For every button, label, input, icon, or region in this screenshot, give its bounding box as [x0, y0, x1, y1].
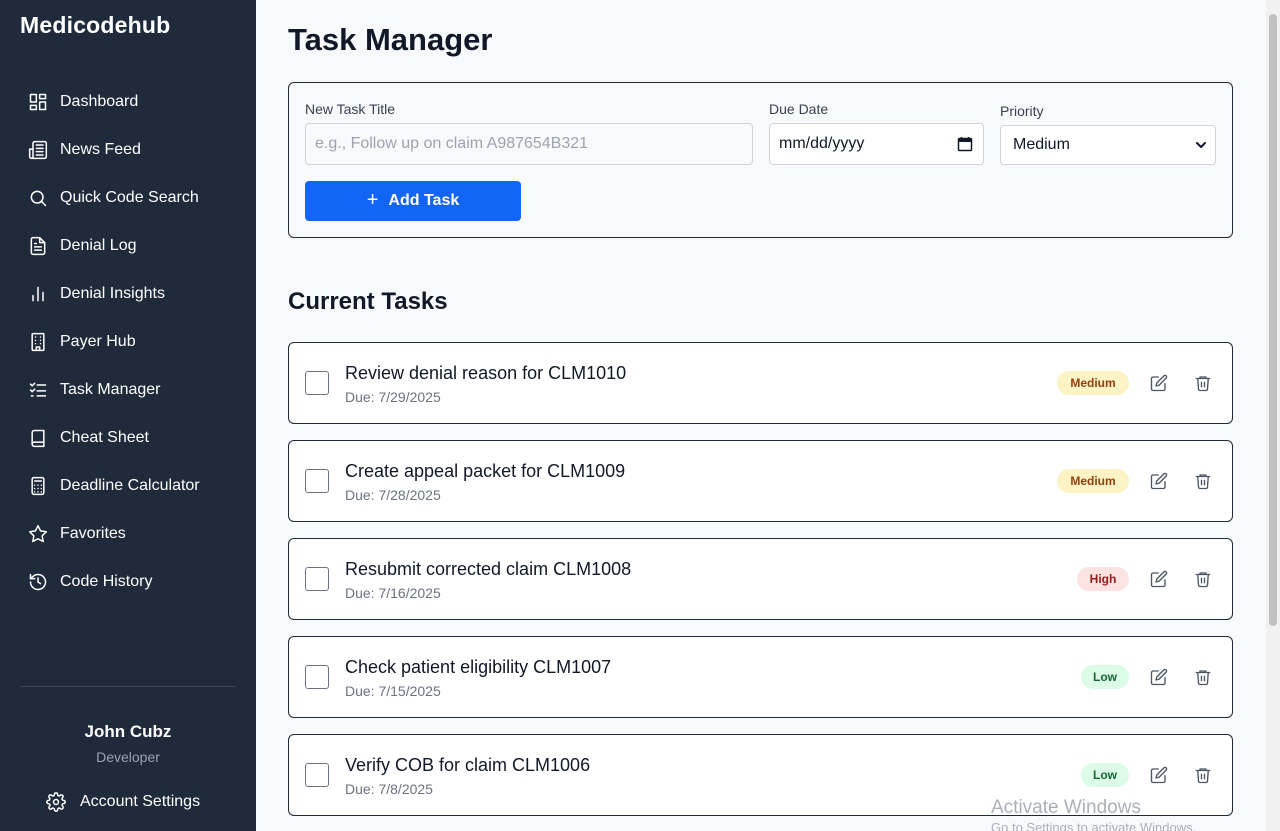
task-card: Create appeal packet for CLM1009 Due: 7/… — [288, 440, 1233, 522]
brand-logo[interactable]: Medicodehub — [20, 12, 170, 39]
task-checkbox[interactable] — [305, 371, 329, 395]
task-due-date: Due: 7/29/2025 — [345, 389, 441, 405]
priority-badge: Low — [1081, 763, 1129, 787]
page-scrollbar[interactable] — [1266, 0, 1280, 831]
sidebar: Medicodehub Dashboard News Feed Quick Co… — [0, 0, 256, 831]
edit-icon[interactable] — [1150, 374, 1168, 392]
edit-icon[interactable] — [1150, 766, 1168, 784]
sidebar-item-denial-insights[interactable]: Denial Insights — [20, 270, 236, 318]
trash-icon[interactable] — [1194, 374, 1212, 392]
sidebar-item-label: News Feed — [60, 141, 141, 158]
sidebar-item-label: Denial Insights — [60, 285, 165, 302]
newspaper-icon — [28, 140, 48, 160]
add-task-label: Add Task — [388, 192, 460, 209]
user-name: John Cubz — [84, 722, 172, 741]
building-icon — [28, 332, 48, 352]
page-title: Task Manager — [288, 22, 493, 57]
checklist-icon — [28, 380, 48, 400]
task-title: Create appeal packet for CLM1009 — [345, 461, 626, 481]
search-icon — [28, 188, 48, 208]
edit-icon[interactable] — [1150, 570, 1168, 588]
account-settings-button[interactable]: Account Settings — [46, 792, 200, 812]
dashboard-icon — [28, 92, 48, 112]
bar-chart-icon — [28, 284, 48, 304]
due-date-input[interactable]: mm/dd/yyyy — [769, 123, 984, 165]
task-title-input[interactable] — [305, 123, 753, 165]
task-card: Review denial reason for CLM1010 Due: 7/… — [288, 342, 1233, 424]
sidebar-item-news-feed[interactable]: News Feed — [20, 126, 236, 174]
task-card: Resubmit corrected claim CLM1008 Due: 7/… — [288, 538, 1233, 620]
priority-badge: High — [1077, 567, 1129, 591]
current-tasks-heading: Current Tasks — [288, 288, 448, 315]
edit-icon[interactable] — [1150, 472, 1168, 490]
task-due-date: Due: 7/16/2025 — [345, 585, 441, 601]
trash-icon[interactable] — [1194, 766, 1212, 784]
sidebar-item-label: Denial Log — [60, 237, 137, 254]
gear-icon — [46, 792, 66, 812]
due-date-value: mm/dd/yyyy — [779, 135, 865, 152]
sidebar-item-label: Favorites — [60, 525, 126, 542]
activate-windows-hint: Go to Settings to activate Windows. — [991, 820, 1197, 831]
task-title: Check patient eligibility CLM1007 — [345, 657, 612, 677]
trash-icon[interactable] — [1194, 668, 1212, 686]
priority-select[interactable]: Medium — [1000, 125, 1216, 165]
history-icon — [28, 572, 48, 592]
user-role: Developer — [96, 749, 160, 765]
sidebar-item-deadline-calculator[interactable]: Deadline Calculator — [20, 462, 236, 510]
sidebar-item-code-history[interactable]: Code History — [20, 558, 236, 606]
activate-windows-watermark: Activate Windows — [991, 797, 1141, 818]
sidebar-item-favorites[interactable]: Favorites — [20, 510, 236, 558]
due-date-label: Due Date — [769, 101, 829, 117]
sidebar-item-payer-hub[interactable]: Payer Hub — [20, 318, 236, 366]
task-title: Verify COB for claim CLM1006 — [345, 755, 591, 775]
add-task-button[interactable]: + Add Task — [305, 181, 521, 221]
task-checkbox[interactable] — [305, 567, 329, 591]
priority-badge: Medium — [1057, 469, 1129, 493]
sidebar-item-denial-log[interactable]: Denial Log — [20, 222, 236, 270]
sidebar-item-label: Quick Code Search — [60, 189, 199, 206]
account-settings-label: Account Settings — [80, 793, 201, 810]
sidebar-divider — [20, 686, 236, 687]
chevron-down-icon — [1196, 142, 1206, 148]
star-icon — [28, 524, 48, 544]
sidebar-item-label: Deadline Calculator — [60, 477, 200, 494]
task-due-date: Due: 7/8/2025 — [345, 781, 433, 797]
sidebar-item-dashboard[interactable]: Dashboard — [20, 78, 236, 126]
edit-icon[interactable] — [1150, 668, 1168, 686]
sidebar-item-task-manager[interactable]: Task Manager — [20, 366, 236, 414]
task-due-date: Due: 7/28/2025 — [345, 487, 441, 503]
priority-label: Priority — [1000, 103, 1044, 119]
task-due-date: Due: 7/15/2025 — [345, 683, 441, 699]
priority-badge: Low — [1081, 665, 1129, 689]
calendar-icon[interactable] — [957, 136, 973, 152]
task-card: Check patient eligibility CLM1007 Due: 7… — [288, 636, 1233, 718]
task-checkbox[interactable] — [305, 665, 329, 689]
scroll-thumb[interactable] — [1269, 14, 1277, 626]
priority-badge: Medium — [1057, 371, 1129, 395]
sidebar-item-label: Payer Hub — [60, 333, 136, 350]
new-task-form: New Task Title Due Date mm/dd/yyyy Prior… — [288, 82, 1233, 238]
calculator-icon — [28, 476, 48, 496]
sidebar-item-label: Cheat Sheet — [60, 429, 149, 446]
sidebar-item-quick-code-search[interactable]: Quick Code Search — [20, 174, 236, 222]
task-title-label: New Task Title — [305, 101, 395, 117]
plus-icon: + — [366, 188, 379, 211]
sidebar-item-label: Dashboard — [60, 93, 139, 110]
book-icon — [28, 428, 48, 448]
task-title: Resubmit corrected claim CLM1008 — [345, 559, 632, 579]
sidebar-nav: Dashboard News Feed Quick Code Search De… — [20, 78, 236, 606]
main-content: Task Manager New Task Title Due Date mm/… — [256, 0, 1266, 831]
task-title: Review denial reason for CLM1010 — [345, 363, 627, 383]
task-checkbox[interactable] — [305, 763, 329, 787]
sidebar-item-label: Code History — [60, 573, 153, 590]
priority-select-value: Medium — [1013, 136, 1070, 153]
task-checkbox[interactable] — [305, 469, 329, 493]
trash-icon[interactable] — [1194, 472, 1212, 490]
sidebar-item-label: Task Manager — [60, 381, 161, 398]
document-icon — [28, 236, 48, 256]
sidebar-item-cheat-sheet[interactable]: Cheat Sheet — [20, 414, 236, 462]
trash-icon[interactable] — [1194, 570, 1212, 588]
